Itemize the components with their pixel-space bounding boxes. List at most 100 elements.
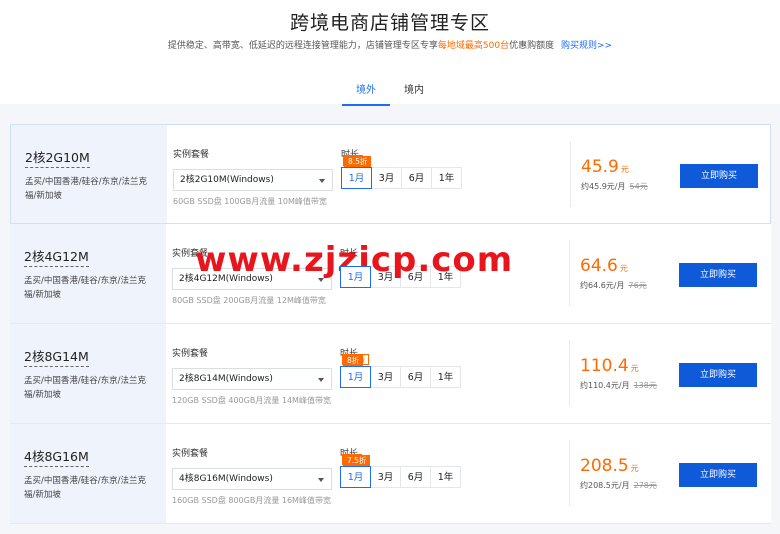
price-value: 64.6 — [580, 256, 618, 276]
discount-badge: 8.5折 — [344, 156, 372, 167]
package-desc: 80GB SSD盘 200GB月流量 12M峰值带宽 — [172, 296, 326, 305]
duration-option-1y[interactable]: 6折1年 — [342, 454, 461, 488]
divider — [569, 340, 570, 406]
duration-text: 6月 — [408, 173, 425, 184]
buy-now-button[interactable]: 立即购买 — [679, 363, 757, 387]
package-desc: 60GB SSD盘 100GB月流量 10M峰值带宽 — [173, 197, 327, 206]
duration-text: 3月 — [377, 372, 394, 383]
discount-badge: 7.5折 — [343, 455, 371, 466]
duration-option-3m[interactable]: 8折3月 — [343, 155, 402, 189]
price-unit: 元 — [630, 464, 639, 473]
package-value: 4核8G16M(Windows) — [179, 474, 273, 484]
duration-option-1m[interactable]: 8折 1月 — [340, 355, 371, 388]
product-info: 2核8G14M 孟买/中国香港/硅谷/东京/法兰克福/新加坡 — [10, 324, 166, 423]
duration-text: 1月 — [347, 272, 364, 283]
subtitle-text-end: 优惠购额度 — [509, 41, 555, 51]
price-value: 45.9 — [581, 157, 619, 177]
original-price: 54元 — [629, 182, 648, 191]
duration-text: 1年 — [437, 472, 454, 483]
tab-domestic[interactable]: 境内 — [390, 77, 438, 106]
package-value: 2核8G14M(Windows) — [179, 374, 273, 384]
price-per-month: 约208.5元/月 278元 — [580, 480, 657, 491]
divider — [569, 440, 570, 506]
page-title: 跨境电商店铺管理专区 — [289, 12, 490, 34]
chevron-down-icon — [318, 478, 324, 482]
price-value: 208.5 — [580, 456, 629, 476]
chevron-down-icon — [319, 179, 325, 183]
product-row: 4核8G16M 孟买/中国香港/硅谷/东京/法兰克福/新加坡 实例套餐 4核8G… — [10, 424, 771, 524]
price: 64.6 元 — [580, 256, 628, 276]
original-price: 278元 — [633, 481, 657, 490]
buy-now-button[interactable]: 立即购买 — [679, 463, 757, 487]
price-value: 110.4 — [580, 356, 629, 376]
duration-text: 6月 — [407, 472, 424, 483]
product-info: 2核2G10M 孟买/中国香港/硅谷/东京/法兰克福/新加坡 — [11, 125, 167, 223]
duration-option-1m[interactable]: 7.5折 1月 — [340, 455, 371, 488]
package-desc: 160GB SSD盘 800GB月流量 16M峰值带宽 — [172, 496, 331, 505]
divider — [570, 141, 571, 207]
product-spec: 2核8G14M — [24, 346, 89, 367]
purchase-rules-link[interactable]: 购买规则>> — [561, 41, 612, 51]
price-per-month: 约110.4元/月 138元 — [580, 380, 657, 391]
duration-text: 3月 — [377, 472, 394, 483]
price: 45.9 元 — [581, 157, 629, 177]
product-list: 2核2G10M 孟买/中国香港/硅谷/东京/法兰克福/新加坡 实例套餐 2核2G… — [10, 124, 771, 524]
price-unit: 元 — [620, 165, 629, 174]
product-regions: 孟买/中国香港/硅谷/东京/法兰克福/新加坡 — [24, 376, 146, 400]
per-month-text: 约45.9元/月 — [581, 182, 626, 191]
duration-option-3m[interactable]: 7折3月 — [342, 454, 401, 488]
package-select[interactable]: 4核8G16M(Windows) — [172, 468, 332, 490]
divider — [569, 240, 570, 306]
subtitle-highlight: 每地域最高500台 — [437, 41, 510, 51]
product-spec: 2核4G12M — [24, 246, 89, 267]
duration-option-1m[interactable]: 8.5折 1月 — [341, 156, 372, 189]
page-header: 跨境电商店铺管理专区 提供稳定、高带宽、低延迟的远程连接管理能力，店铺管理专区专… — [0, 0, 780, 106]
product-regions: 孟买/中国香港/硅谷/东京/法兰克福/新加坡 — [24, 476, 146, 500]
duration-option-6m[interactable]: 7折6月 — [342, 354, 431, 388]
product-regions: 孟买/中国香港/硅谷/东京/法兰克福/新加坡 — [24, 276, 146, 300]
package-label: 实例套餐 — [172, 349, 209, 359]
duration-option-1m[interactable]: 1月 — [340, 266, 371, 288]
duration-text: 1月 — [347, 372, 364, 383]
duration-option-6m[interactable]: 7折6月 — [342, 454, 431, 488]
duration-options: 7.5折 1月 7折3月 7折6月 6折1年 — [340, 454, 461, 488]
page-subtitle: 提供稳定、高带宽、低延迟的远程连接管理能力，店铺管理专区专享每地域最高500台优… — [0, 38, 780, 54]
subtitle-text: 提供稳定、高带宽、低延迟的远程连接管理能力，店铺管理专区专享 — [167, 41, 438, 51]
package-value: 2核2G10M(Windows) — [180, 175, 274, 185]
product-info: 2核4G12M 孟买/中国香港/硅谷/东京/法兰克福/新加坡 — [10, 224, 166, 323]
discount-badge: 8折 — [343, 355, 364, 366]
package-select[interactable]: 2核8G14M(Windows) — [172, 368, 332, 390]
product-row: 2核2G10M 孟买/中国香港/硅谷/东京/法兰克福/新加坡 实例套餐 2核2G… — [10, 124, 771, 224]
price-per-month: 约64.6元/月 76元 — [580, 280, 647, 291]
duration-option-1y[interactable]: 6折1年 — [343, 155, 462, 189]
duration-options: 8折 1月 7.5折3月 7折6月 6折1年 — [340, 354, 461, 388]
price-unit: 元 — [630, 364, 639, 373]
package-select[interactable]: 2核2G10M(Windows) — [173, 169, 333, 191]
buy-now-button[interactable]: 立即购买 — [680, 164, 758, 188]
product-regions: 孟买/中国香港/硅谷/东京/法兰克福/新加坡 — [25, 177, 147, 201]
price: 110.4 元 — [580, 356, 639, 376]
duration-text: 1年 — [437, 372, 454, 383]
price: 208.5 元 — [580, 456, 639, 476]
duration-text: 1年 — [438, 173, 455, 184]
chevron-down-icon — [318, 378, 324, 382]
price-unit: 元 — [619, 264, 628, 273]
product-spec: 2核2G10M — [25, 147, 90, 168]
duration-option-1y[interactable]: 6折1年 — [342, 354, 461, 388]
tab-overseas[interactable]: 境外 — [342, 77, 390, 106]
original-price: 76元 — [628, 281, 647, 290]
package-label: 实例套餐 — [172, 449, 209, 459]
per-month-text: 约208.5元/月 — [580, 481, 630, 490]
package-desc: 120GB SSD盘 400GB月流量 14M峰值带宽 — [172, 396, 331, 405]
per-month-text: 约64.6元/月 — [580, 281, 625, 290]
product-spec: 4核8G16M — [24, 446, 89, 467]
duration-option-6m[interactable]: 7折6月 — [343, 155, 432, 189]
buy-now-button[interactable]: 立即购买 — [679, 263, 757, 287]
per-month-text: 约110.4元/月 — [580, 381, 630, 390]
product-info: 4核8G16M 孟买/中国香港/硅谷/东京/法兰克福/新加坡 — [10, 424, 166, 523]
duration-option-3m[interactable]: 7.5折3月 — [342, 354, 401, 388]
duration-text: 1月 — [348, 173, 365, 184]
product-row: 2核8G14M 孟买/中国香港/硅谷/东京/法兰克福/新加坡 实例套餐 2核8G… — [10, 324, 771, 424]
price-per-month: 约45.9元/月 54元 — [581, 181, 648, 192]
package-label: 实例套餐 — [173, 150, 210, 160]
